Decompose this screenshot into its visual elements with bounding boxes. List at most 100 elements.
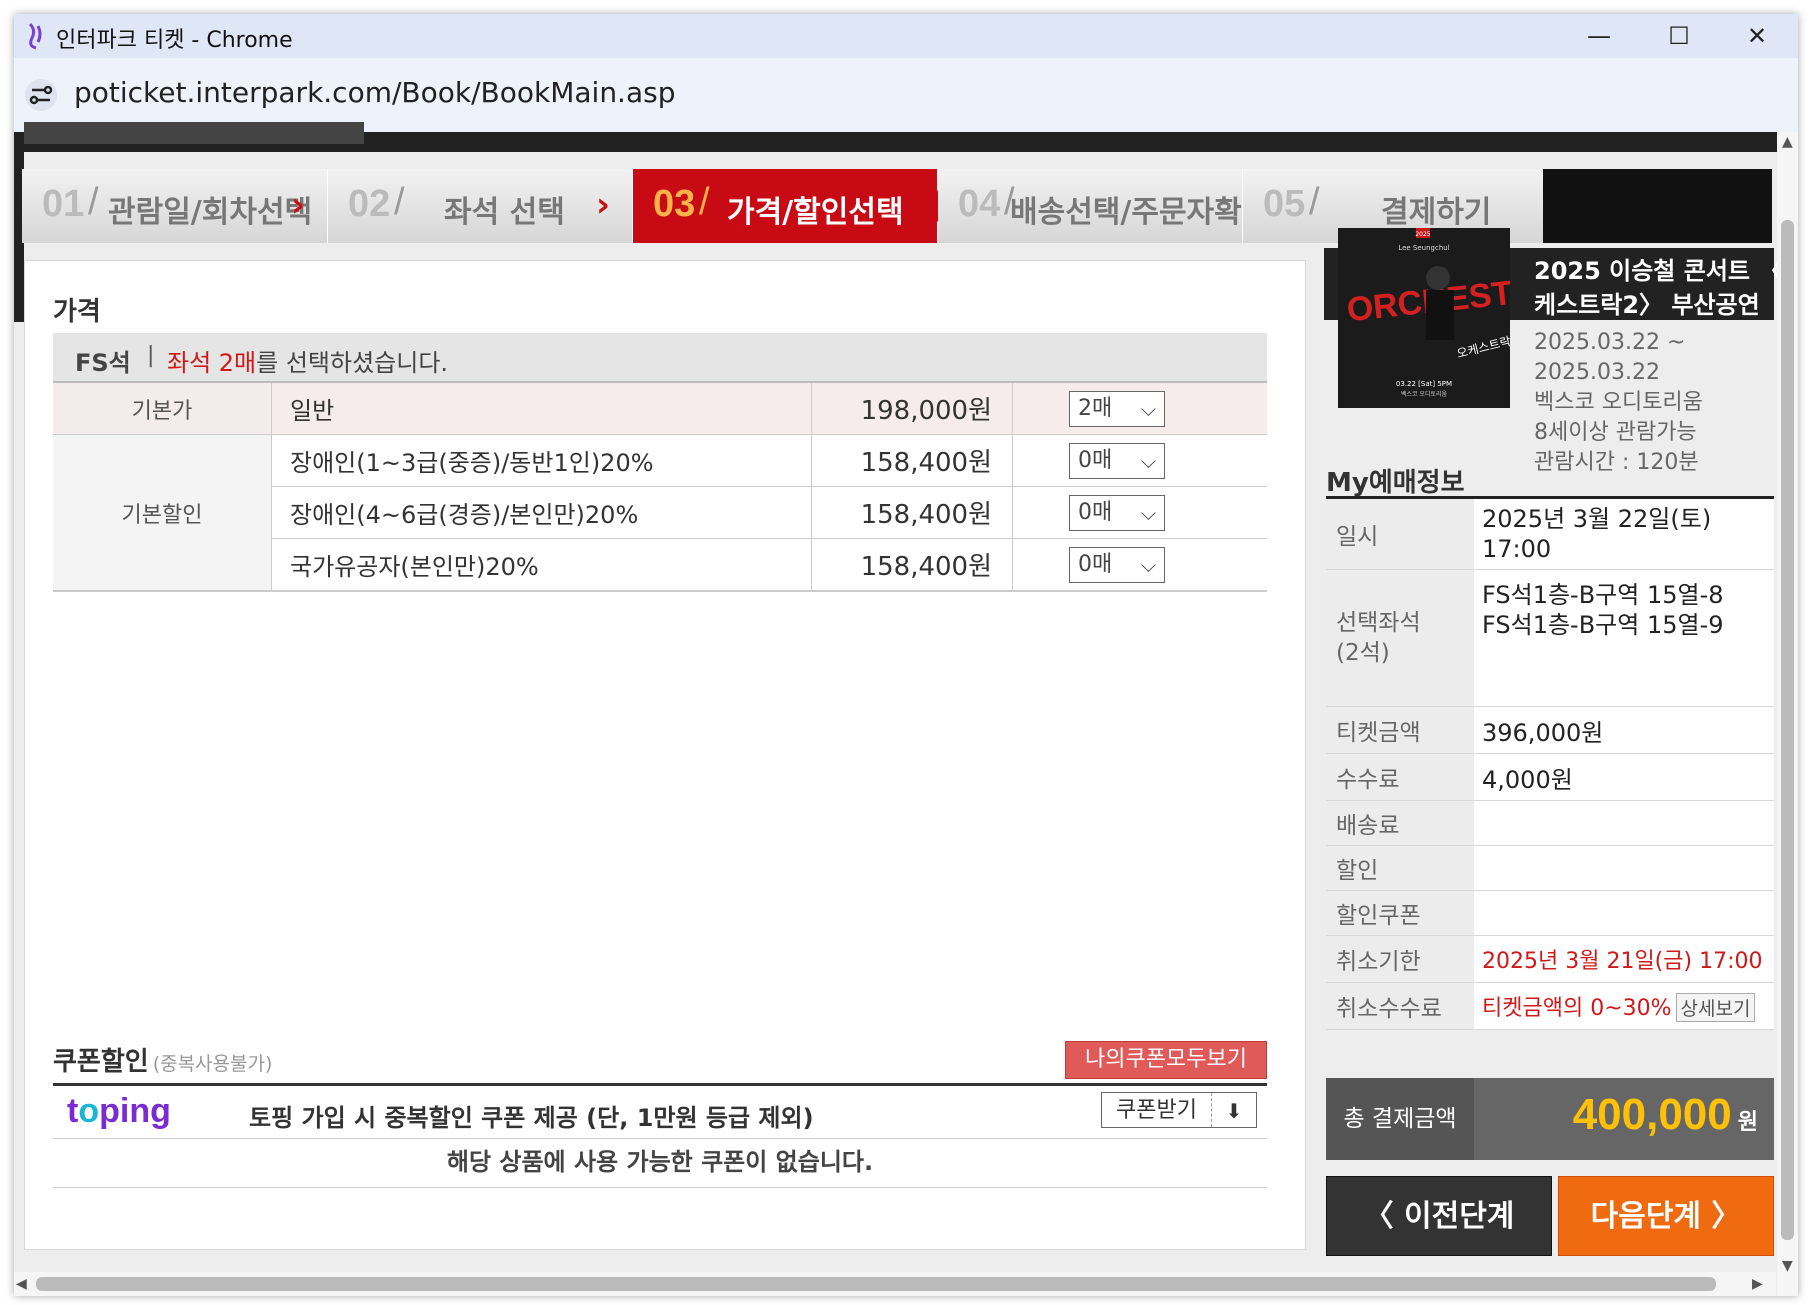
scroll-down-arrow-icon[interactable]: ▼ bbox=[1782, 1258, 1793, 1274]
chevron-right-icon: › bbox=[595, 185, 610, 225]
seat-key: 선택좌석 bbox=[1336, 610, 1421, 636]
quantity-select[interactable]: 0매 ⌵ bbox=[1069, 546, 1165, 583]
info-key: 선택좌석 (2석) bbox=[1326, 569, 1474, 707]
show-date-from: 2025.03.22 ~ bbox=[1534, 330, 1686, 355]
quantity-select[interactable]: 2매 ⌵ bbox=[1069, 390, 1165, 427]
info-key: 티켓금액 bbox=[1326, 706, 1474, 754]
no-coupon-message: 해당 상품에 사용 가능한 쿠폰이 없습니다. bbox=[53, 1137, 1267, 1188]
seat-count-key: (2석) bbox=[1336, 640, 1390, 666]
scrollbar-thumb[interactable] bbox=[1781, 220, 1794, 1240]
step-03-active: 03/ 가격/할인선택 bbox=[633, 169, 953, 243]
poster-venue: 벡스코 오디토리움 bbox=[1401, 390, 1448, 398]
table-row: 할인쿠폰 bbox=[1326, 890, 1774, 936]
my-booking-table: 일시 2025년 3월 22일(토) 17:00 선택좌석 (2석) FS석1층-B구역… bbox=[1326, 496, 1774, 1030]
step-number: 01 bbox=[42, 183, 85, 225]
toping-logo: toping bbox=[67, 1092, 171, 1130]
interpark-logo-icon bbox=[28, 22, 42, 50]
chevron-right-icon: › bbox=[290, 185, 305, 225]
step-label: 결제하기 bbox=[1381, 195, 1492, 230]
step-label: 가격/할인선택 bbox=[727, 195, 904, 230]
download-icon: ⬇ bbox=[1211, 1093, 1256, 1127]
step-slash: / bbox=[88, 181, 99, 223]
seat-value: FS석1층-B구역 15열-8 bbox=[1482, 581, 1724, 609]
chevron-down-icon: ⌵ bbox=[1140, 396, 1156, 421]
quantity-select[interactable]: 0매 ⌵ bbox=[1069, 494, 1165, 531]
window-title: 인터파크 티켓 - Chrome bbox=[56, 28, 293, 53]
step-slash: / bbox=[699, 181, 710, 223]
info-key: 수수료 bbox=[1326, 753, 1474, 801]
maximize-button[interactable]: ☐ bbox=[1644, 16, 1714, 56]
total-value: 400,000 bbox=[1572, 1090, 1732, 1139]
poster-year: 2025 bbox=[1415, 231, 1430, 238]
price-group-label: 기본할인 bbox=[53, 434, 272, 592]
interpark-header-logo bbox=[24, 122, 364, 144]
delivery-amount bbox=[1474, 800, 1774, 846]
price-panel: 가격 FS석 | 좌석 2매를 선택하셨습니다. 기본가 일반 198,000원… bbox=[24, 260, 1306, 1250]
table-row: 기본가 일반 198,000원 2매 ⌵ bbox=[53, 383, 1267, 435]
scroll-left-arrow-icon[interactable]: ◀ bbox=[16, 1276, 27, 1292]
info-key: 취소기한 bbox=[1326, 935, 1474, 983]
scrollbar-thumb[interactable] bbox=[36, 1277, 1716, 1291]
total-unit: 원 bbox=[1737, 1109, 1758, 1134]
detail-view-button[interactable]: 상세보기 bbox=[1675, 993, 1756, 1022]
browser-window: 인터파크 티켓 - Chrome — ☐ ✕ poticket.interpar… bbox=[14, 14, 1798, 1296]
quantity-value: 2매 bbox=[1078, 395, 1113, 421]
show-date-to: 2025.03.22 bbox=[1534, 360, 1660, 385]
info-key: 취소수수료 bbox=[1326, 982, 1474, 1030]
price-amount: 158,400원 bbox=[811, 486, 1013, 539]
get-coupon-button[interactable]: 쿠폰받기 ⬇ bbox=[1101, 1092, 1257, 1128]
price-name: 장애인(1~3급(중증)/동반1인)20% bbox=[271, 434, 812, 487]
view-my-coupons-button[interactable]: 나의쿠폰모두보기 bbox=[1065, 1041, 1267, 1079]
table-row: 기본할인 장애인(1~3급(중증)/동반1인)20% 158,400원 0매 ⌵ bbox=[53, 434, 1267, 592]
chevron-down-icon: ⌵ bbox=[1140, 552, 1156, 577]
quantity-select[interactable]: 0매 ⌵ bbox=[1069, 442, 1165, 479]
url-text[interactable]: poticket.interpark.com/Book/BookMain.asp bbox=[74, 76, 675, 109]
seat-grade: FS석 bbox=[75, 349, 131, 377]
close-button[interactable]: ✕ bbox=[1722, 16, 1792, 56]
seat-summary-bar: FS석 | 좌석 2매를 선택하셨습니다. bbox=[53, 333, 1267, 383]
site-settings-icon[interactable] bbox=[24, 78, 58, 112]
previous-step-button[interactable]: 〈 이전단계 bbox=[1326, 1176, 1552, 1256]
info-value: FS석1층-B구역 15열-8 FS석1층-B구역 15열-9 bbox=[1474, 569, 1774, 707]
booking-date: 2025년 3월 22일(토) bbox=[1482, 505, 1712, 533]
step-number: 04 bbox=[958, 183, 1001, 225]
seat-count: 좌석 2매 bbox=[167, 349, 257, 377]
quantity-value: 0매 bbox=[1078, 499, 1113, 525]
next-step-button[interactable]: 다음단계 〉 bbox=[1558, 1176, 1774, 1256]
seat-value: FS석1층-B구역 15열-9 bbox=[1482, 611, 1724, 639]
horizontal-scrollbar[interactable]: ◀ ▶ bbox=[14, 1272, 1776, 1296]
seat-selected-message: 좌석 2매를 선택하셨습니다. bbox=[167, 343, 448, 378]
table-row: 일시 2025년 3월 22일(토) 17:00 bbox=[1326, 497, 1774, 570]
get-coupon-label: 쿠폰받기 bbox=[1116, 1098, 1197, 1123]
info-key: 배송료 bbox=[1326, 800, 1474, 846]
table-row: 취소기한 2025년 3월 21일(금) 17:00 bbox=[1326, 935, 1774, 983]
step-slash: / bbox=[1309, 181, 1320, 223]
show-title: 2025 이승철 콘서트 〈오 케스트락2〉 부산공연 bbox=[1534, 254, 1798, 322]
vertical-scrollbar[interactable]: ▲ ▼ bbox=[1777, 132, 1798, 1296]
booking-time: 17:00 bbox=[1482, 535, 1552, 563]
scroll-right-arrow-icon[interactable]: ▶ bbox=[1752, 1276, 1763, 1292]
step-label: 배송선택/주문자확인 bbox=[1010, 195, 1270, 230]
show-runtime: 관람시간 : 120분 bbox=[1534, 450, 1699, 475]
discount-amount bbox=[1474, 845, 1774, 891]
step-04: 04/ 배송선택/주문자확인 bbox=[938, 169, 1269, 243]
toping-message: 토핑 가입 시 중복할인 쿠폰 제공 (단, 1만원 등급 제외) bbox=[249, 1104, 814, 1132]
poster-date: 03.22 [Sat] 5PM bbox=[1396, 380, 1452, 388]
minimize-button[interactable]: — bbox=[1564, 16, 1634, 56]
chevron-down-icon: ⌵ bbox=[1140, 500, 1156, 525]
show-age-limit: 8세이상 관람가능 bbox=[1534, 420, 1697, 445]
cancel-fee: 티켓금액의 0~30% 상세보기 bbox=[1474, 982, 1774, 1030]
table-row: 티켓금액 396,000원 bbox=[1326, 706, 1774, 754]
info-value: 2025년 3월 22일(토) 17:00 bbox=[1474, 497, 1774, 570]
scroll-up-arrow-icon[interactable]: ▲ bbox=[1782, 134, 1793, 150]
step-label: 관람일/회차선택 bbox=[108, 195, 313, 230]
price-name: 일반 bbox=[271, 383, 812, 435]
coupon-subtitle: (중복사용불가) bbox=[152, 1053, 273, 1075]
step-slash: / bbox=[394, 181, 405, 223]
step-number: 02 bbox=[348, 183, 391, 225]
top-strip bbox=[14, 122, 1798, 152]
price-table: 기본가 일반 198,000원 2매 ⌵ 기본할인 장애인(1~3급(중증)/동반… bbox=[53, 383, 1267, 592]
price-amount: 158,400원 bbox=[811, 434, 1013, 487]
total-amount: 400,000 원 bbox=[1573, 1090, 1758, 1140]
fee-amount: 4,000원 bbox=[1474, 753, 1774, 801]
